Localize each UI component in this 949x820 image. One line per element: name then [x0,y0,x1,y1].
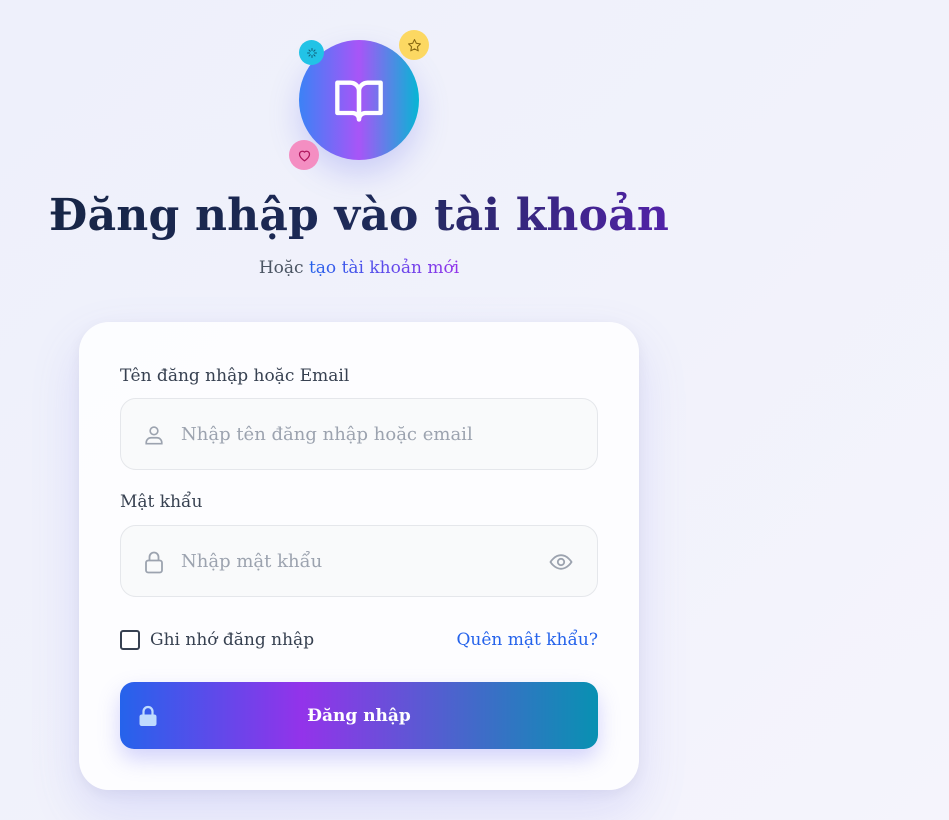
heart-badge [289,140,319,170]
sparkle-icon [306,47,317,58]
remember-me[interactable]: Ghi nhớ đăng nhập [120,630,314,650]
remember-label: Ghi nhớ đăng nhập [150,630,315,650]
forgot-password-link[interactable]: Quên mật khẩu? [456,630,598,650]
heart-icon [298,150,310,161]
logo [288,28,438,178]
login-card: Tên đăng nhập hoặc Email Mật khẩu Gh [79,322,639,790]
page-subtitle: Hoặc tạo tài khoản mới [0,258,718,278]
eye-icon[interactable] [549,550,573,574]
subtitle-prefix: Hoặc [258,258,304,278]
username-input[interactable] [181,399,541,469]
create-account-link[interactable]: tạo tài khoản mới [309,258,459,278]
open-book-icon [335,80,383,122]
lock-icon [139,705,157,726]
password-field[interactable] [120,525,598,597]
username-field[interactable] [120,398,598,470]
star-badge [399,30,429,60]
star-icon [407,38,421,51]
username-label: Tên đăng nhập hoặc Email [120,366,350,386]
password-input[interactable] [181,526,541,596]
login-button[interactable]: Đăng nhập [120,682,598,749]
user-icon [143,423,165,447]
lock-icon [143,550,165,574]
page-title: Đăng nhập vào tài khoản [0,190,718,241]
login-button-label: Đăng nhập [307,705,411,726]
sparkle-badge [299,40,324,65]
password-label: Mật khẩu [120,492,203,512]
remember-checkbox[interactable] [120,630,140,650]
